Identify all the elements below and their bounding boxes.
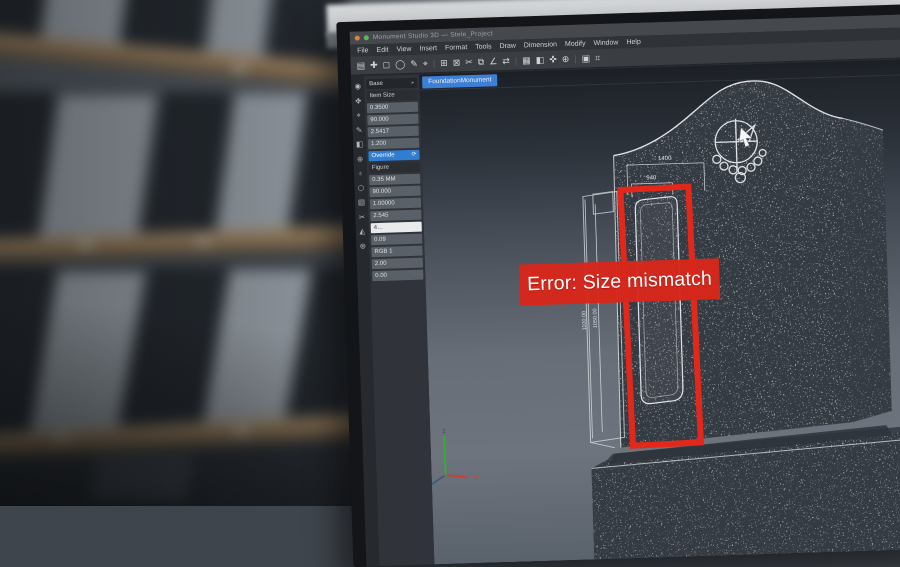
palette-icon-layers[interactable]: ▤ [358,198,365,206]
panel-field[interactable]: 90.000 [367,114,418,126]
panel-field[interactable]: 2.00 [372,258,423,270]
palette-icon-boolean[interactable]: ⊕ [357,155,364,163]
palette-icon-face[interactable]: ◧ [356,140,363,148]
monitor: Monument Studio 3D — Stele_Project File … [336,4,900,567]
palette-icon-draw[interactable]: ✎ [356,126,363,134]
panel-field[interactable]: 1.200 [368,138,419,150]
error-banner: Error: Size mismatch [519,258,720,305]
palette-icon-material[interactable]: ♁ [358,169,364,177]
panel-field[interactable]: 0.3500 [367,102,418,114]
panel-field[interactable]: 0.00 [372,270,423,282]
palette-icon-move[interactable]: ✥ [355,97,362,105]
panel-field[interactable]: 2.5417 [368,126,419,138]
palette-icon-cut[interactable]: ✂ [359,213,366,221]
panel-field[interactable]: 0.35 MM [369,174,420,186]
dim-label-height-a: 1100.00 [581,311,588,331]
dim-label-height-b: 1050.00 [592,308,599,328]
panel-row-override-label: Override [371,152,394,159]
dim-label-outer-width: 1400 [658,156,672,162]
panel-subheader-item-size: Item Size [366,90,417,102]
panel-row-override[interactable]: ⟳ Override [368,150,419,162]
palette-icon-gear[interactable]: ⊛ [360,242,367,250]
panel-subheader-figure: Figure [369,162,420,174]
palette-icon-select[interactable]: ◉ [354,82,361,90]
dim-label-inner-width: 940 [646,175,657,181]
panel-field[interactable]: 1.00000 [370,198,421,210]
gizmo-x-label: X [474,476,478,482]
panel-active-input[interactable]: 4… [371,222,422,234]
panel-field[interactable]: RGB 1 [371,246,422,258]
refresh-icon: ⟳ [411,150,416,160]
cad-app-window: Monument Studio 3D — Stele_Project File … [350,14,900,567]
gizmo-z-label: Z [442,429,446,435]
panel-field[interactable]: 0.09 [371,234,422,246]
panel-section-base[interactable]: Base [366,78,417,90]
panel-field[interactable]: 90.000 [369,186,420,198]
panel-field[interactable]: 2.545 [370,210,421,222]
palette-icon-prism[interactable]: ◭ [359,227,365,235]
palette-icon-poly[interactable]: ⬡ [358,184,365,192]
palette-icon-target[interactable]: ⌖ [356,111,360,119]
